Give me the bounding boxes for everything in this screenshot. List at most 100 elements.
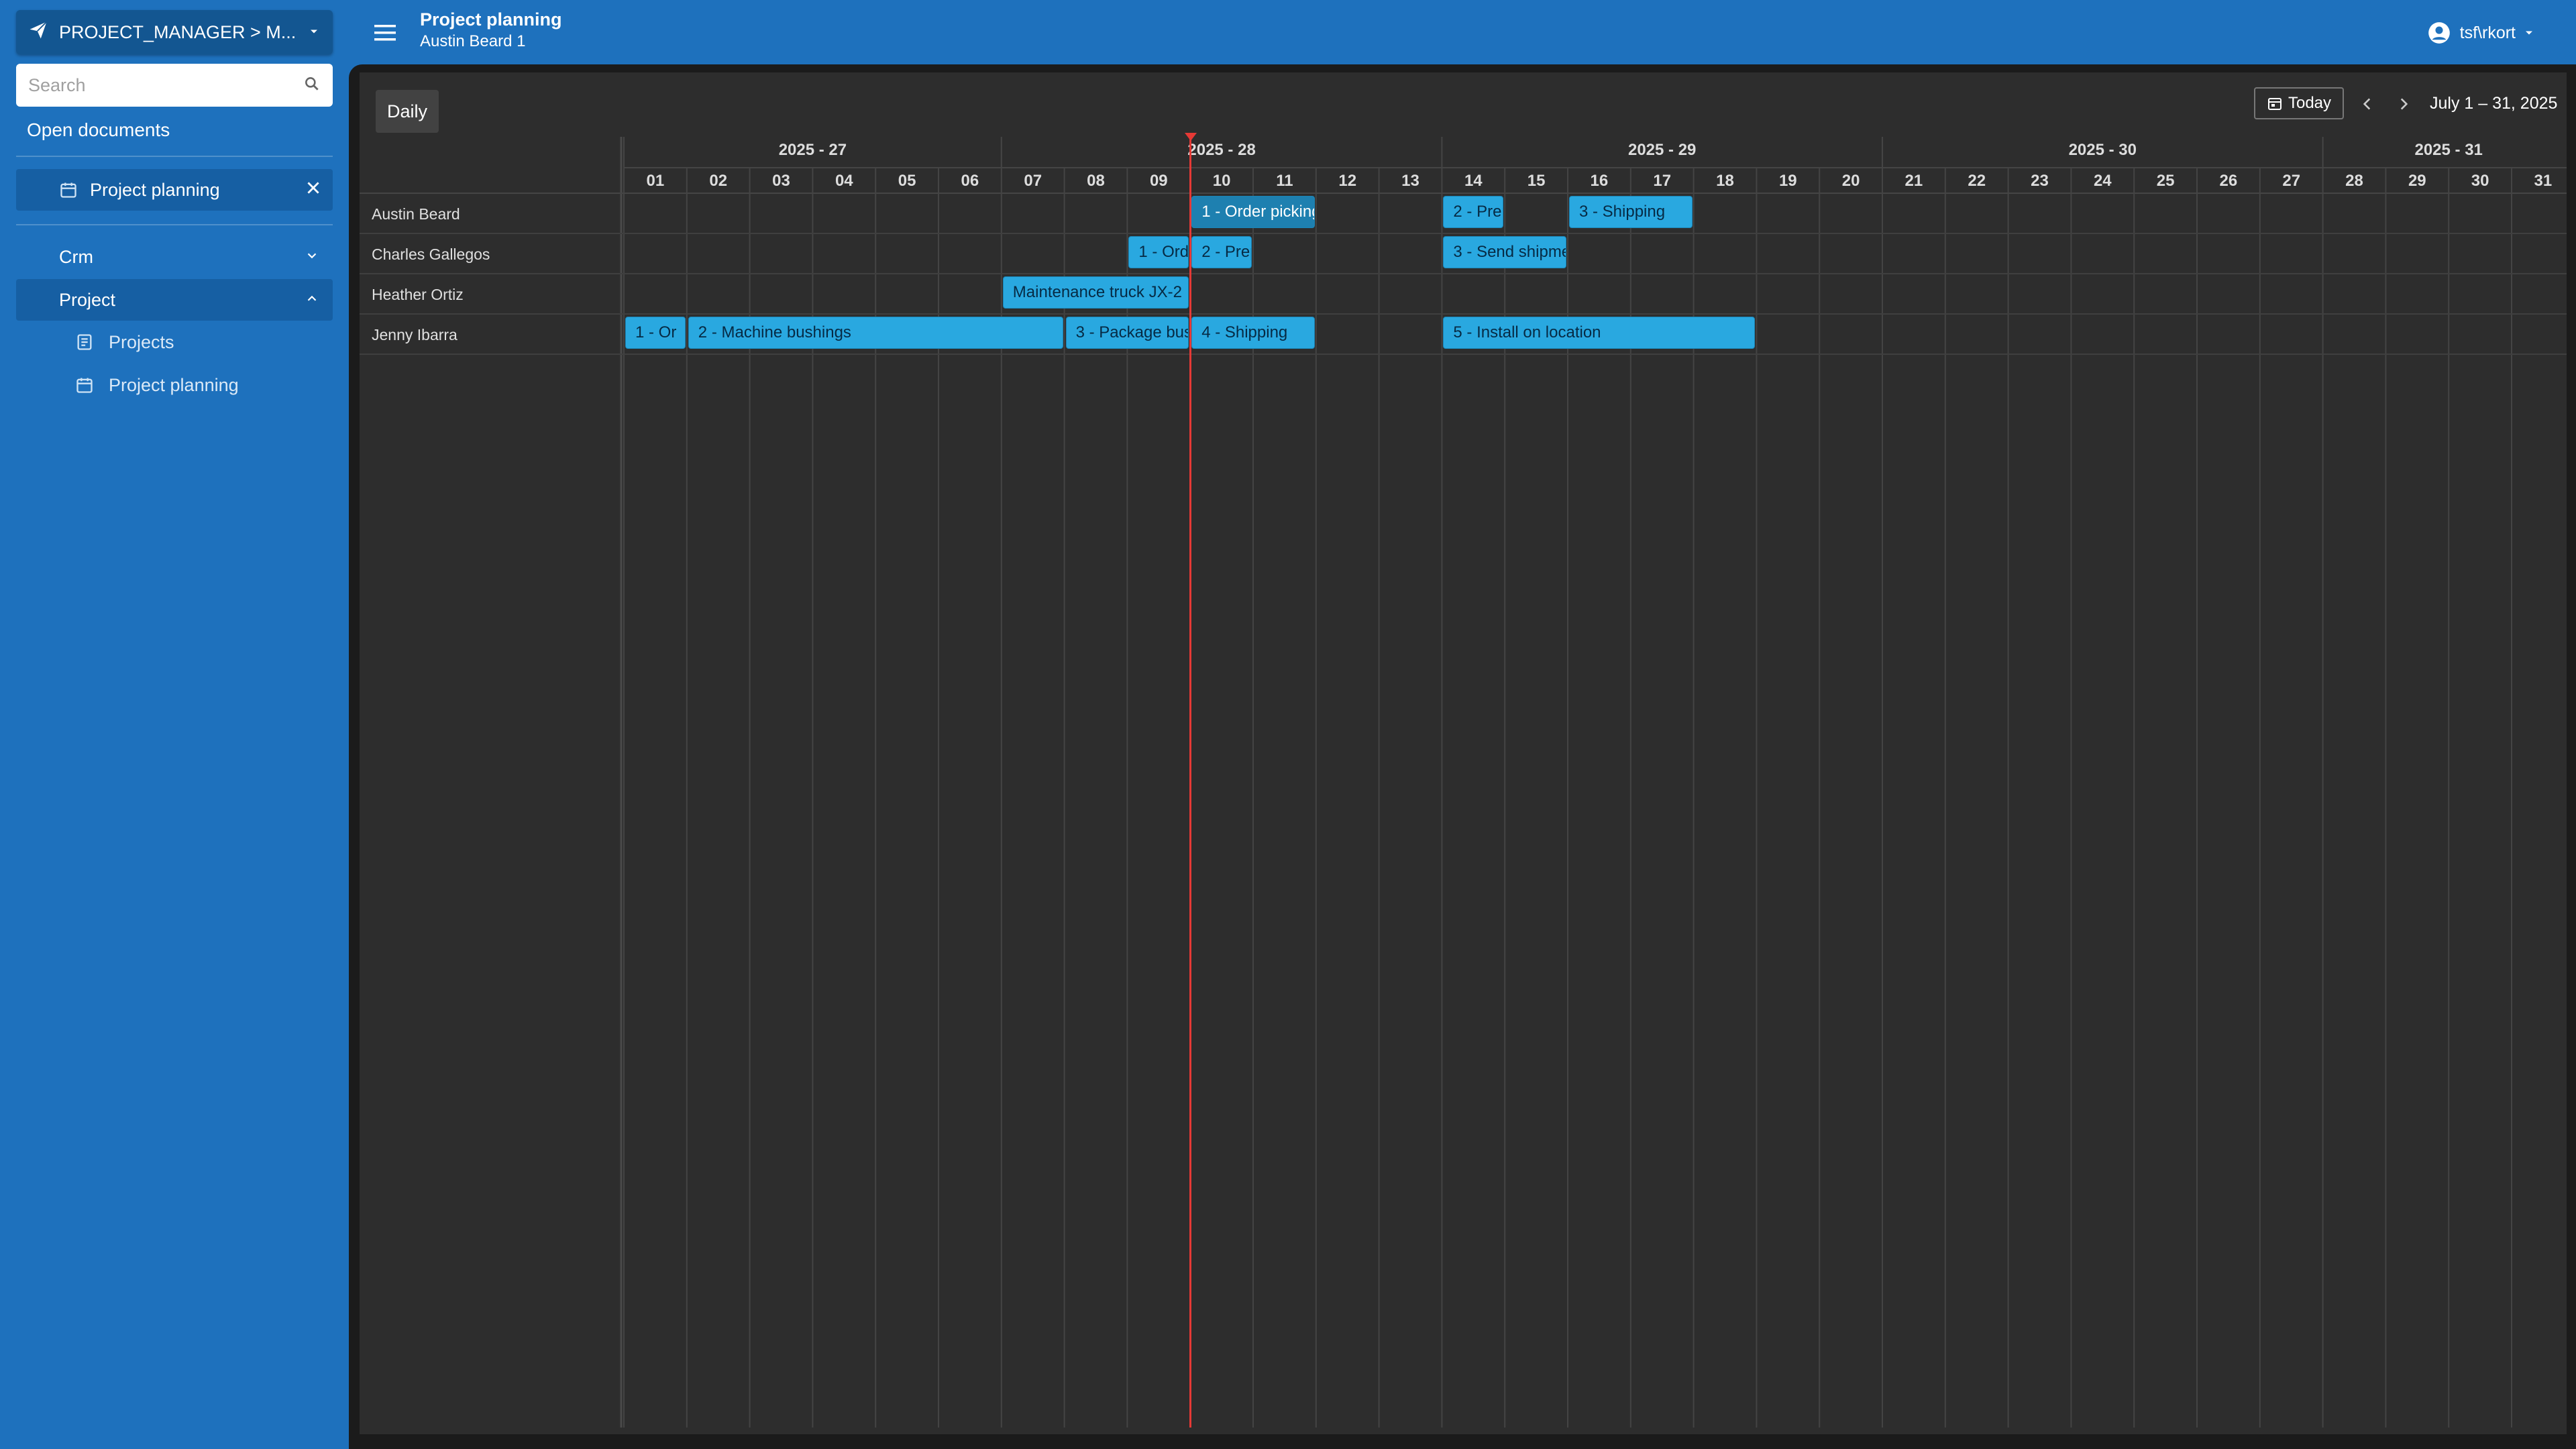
day-label: 09	[1149, 172, 1168, 190]
schedule-event-label: 3 - Package bus	[1075, 323, 1189, 341]
paper-plane-icon	[28, 20, 48, 45]
nav-group-project[interactable]: Project	[16, 279, 333, 321]
day-label: 16	[1590, 172, 1609, 190]
schedule-event[interactable]: 1 - Or	[625, 317, 686, 349]
nav-group-crm[interactable]: Crm	[16, 236, 333, 278]
user-name: tsf\rkort	[2459, 23, 2516, 42]
chevron-down-icon	[305, 247, 319, 268]
schedule-event-label: 2 - Prep	[1453, 203, 1503, 221]
header: Project planning Austin Beard 1 tsf\rkor…	[349, 0, 2576, 64]
week-label: 2025 - 29	[1627, 141, 1697, 159]
schedule-event[interactable]: 5 - Install on location	[1443, 317, 1756, 349]
day-label: 18	[1716, 172, 1734, 190]
schedule-event[interactable]: 3 - Package bus	[1065, 317, 1189, 349]
schedule-event-label: 2 - Machine bushings	[698, 323, 851, 341]
divider	[16, 224, 333, 225]
day-label: 17	[1653, 172, 1672, 190]
day-label: 24	[2093, 172, 2112, 190]
day-label: 10	[1212, 172, 1231, 190]
hamburger-menu-icon[interactable]	[373, 23, 397, 46]
page-title: Project planning	[420, 9, 562, 30]
nav-item-projects[interactable]: Projects	[16, 322, 333, 362]
schedule-event[interactable]: 2 - Prep	[1443, 196, 1504, 228]
day-label: 20	[1841, 172, 1860, 190]
day-label: 28	[2345, 172, 2363, 190]
day-label: 21	[1904, 172, 1923, 190]
resource-name: Austin Beard	[372, 205, 460, 223]
resource-name: Jenny Ibarra	[372, 326, 458, 343]
week-label: 2025 - 30	[2068, 141, 2137, 159]
nav-item-label: Projects	[109, 331, 174, 352]
schedule-event-label: Maintenance truck JX-2	[1012, 283, 1182, 301]
schedule-event-label: 4 - Shipping	[1201, 323, 1288, 341]
day-label: 13	[1401, 172, 1419, 190]
schedule-event-label: 1 - Orde	[1138, 243, 1189, 261]
app-switcher-label: PROJECT_MANAGER > M...	[59, 21, 297, 42]
page-subtitle: Austin Beard 1	[420, 32, 526, 50]
week-label: 2025 - 27	[778, 141, 847, 159]
day-label: 26	[2219, 172, 2238, 190]
app-switcher-button[interactable]: PROJECT_MANAGER > M...	[16, 10, 333, 54]
search-box[interactable]	[16, 64, 333, 107]
day-label: 01	[646, 172, 665, 190]
nav-item-label: Project planning	[109, 374, 239, 395]
chevron-up-icon	[305, 290, 319, 311]
day-label: 04	[835, 172, 853, 190]
open-documents-heading: Open documents	[27, 119, 170, 140]
day-label: 11	[1276, 172, 1293, 190]
divider	[16, 156, 333, 157]
open-doc-project-planning[interactable]: Project planning	[16, 169, 333, 211]
schedule-event[interactable]: 1 - Order picking	[1191, 196, 1315, 228]
day-label: 23	[2031, 172, 2049, 190]
scheduler-layer: 2025 - 27 2025 - 28 2025 - 29 2025 - 30 2025…	[360, 72, 2567, 1434]
schedule-event[interactable]: 2 - Machine bushings	[688, 317, 1063, 349]
day-label: 27	[2282, 172, 2301, 190]
day-label: 08	[1087, 172, 1105, 190]
day-label: 31	[2534, 172, 2553, 190]
nav-group-label: Crm	[59, 246, 93, 267]
schedule-event-label: 1 - Or	[635, 323, 677, 341]
resource-name: Charles Gallegos	[372, 246, 490, 263]
account-icon	[2426, 20, 2452, 46]
list-icon	[75, 333, 94, 352]
schedule-event[interactable]: 3 - Shipping	[1569, 196, 1693, 228]
sidebar: PROJECT_MANAGER > M... Open documents Pr…	[0, 0, 349, 1449]
caret-down-icon	[2522, 26, 2536, 40]
schedule-event-label: 3 - Send shipme	[1453, 243, 1566, 261]
day-label: 15	[1527, 172, 1546, 190]
calendar-icon	[75, 376, 94, 394]
schedule-event[interactable]: 4 - Shipping	[1191, 317, 1315, 349]
main-area: Daily Today July 1 – 31, 2025 2025 - 27 2…	[349, 64, 2576, 1449]
close-icon[interactable]	[305, 179, 322, 201]
nav-item-project-planning[interactable]: Project planning	[16, 365, 333, 405]
user-menu[interactable]: tsf\rkort	[2426, 20, 2536, 46]
schedule-event-label: 1 - Order picking	[1201, 203, 1315, 221]
schedule-event-label: 2 - Prep	[1201, 243, 1251, 261]
schedule-event-label: 5 - Install on location	[1453, 323, 1601, 341]
week-label: 2025 - 28	[1187, 141, 1256, 159]
caret-down-icon	[307, 22, 321, 43]
current-time-marker-icon	[1185, 133, 1197, 141]
day-label: 22	[1968, 172, 1986, 190]
schedule-event-label: 3 - Shipping	[1579, 203, 1666, 221]
schedule-event[interactable]: 3 - Send shipme	[1443, 236, 1566, 268]
day-label: 07	[1024, 172, 1042, 190]
open-doc-label: Project planning	[90, 179, 220, 200]
schedule-event[interactable]: Maintenance truck JX-2	[1002, 276, 1189, 309]
search-icon[interactable]	[303, 75, 321, 96]
search-input[interactable]	[28, 74, 303, 96]
resource-name: Heather Ortiz	[372, 286, 464, 303]
scheduler-panel: Daily Today July 1 – 31, 2025 2025 - 27 2…	[360, 72, 2567, 1434]
week-label: 2025 - 31	[2414, 141, 2483, 159]
day-label: 25	[2156, 172, 2175, 190]
day-label: 12	[1338, 172, 1357, 190]
day-label: 02	[709, 172, 728, 190]
day-label: 29	[2408, 172, 2426, 190]
schedule-event[interactable]: 2 - Prep	[1191, 236, 1252, 268]
day-label: 14	[1464, 172, 1483, 190]
day-label: 06	[961, 172, 979, 190]
schedule-event[interactable]: 1 - Orde	[1128, 236, 1189, 268]
calendar-icon	[59, 180, 78, 199]
day-label: 19	[1778, 172, 1797, 190]
nav-group-label: Project	[59, 289, 116, 310]
